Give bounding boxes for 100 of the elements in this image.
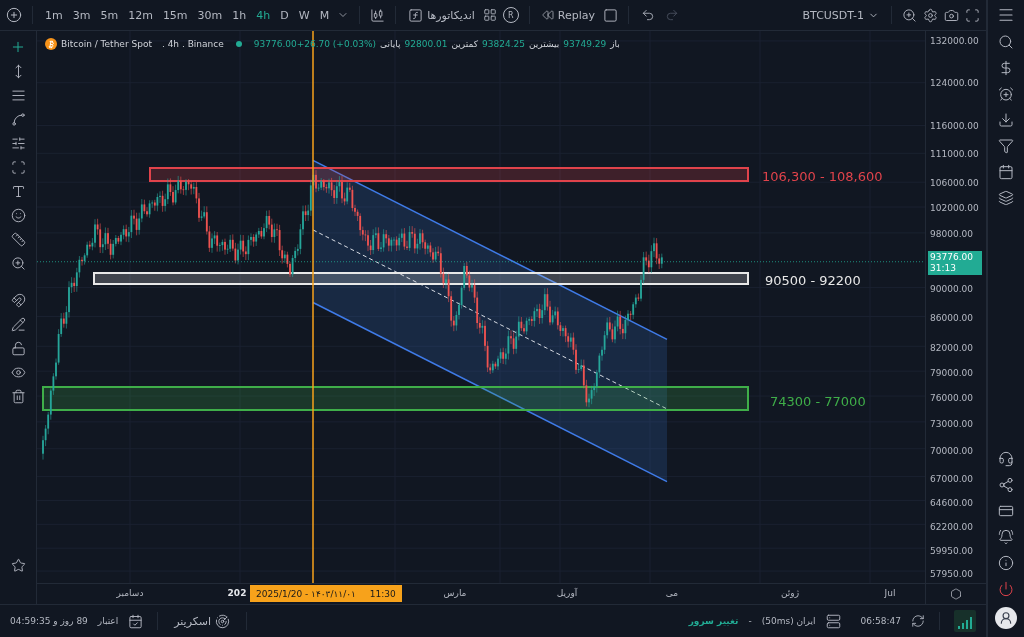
ohlc-label: پایانی [380, 39, 401, 49]
search-icon[interactable] [998, 34, 1014, 50]
price-label: 106000.00 [930, 178, 979, 188]
add-icon[interactable] [6, 7, 22, 23]
calendar-icon[interactable] [998, 164, 1014, 180]
settings-icon[interactable] [923, 7, 938, 23]
search-icon[interactable] [902, 7, 917, 23]
ohlc-value: 93749.29 [563, 39, 607, 49]
credit-value: 89 روز و 04:59:35 [10, 616, 88, 626]
menu-icon[interactable] [997, 6, 1015, 24]
undo-icon [640, 8, 655, 22]
price-label: 67000.00 [930, 474, 973, 484]
pencil-icon[interactable] [10, 317, 26, 332]
grid-icon[interactable] [482, 8, 497, 22]
filter-icon[interactable] [998, 138, 1014, 154]
symbol-button[interactable]: BTCUSDT-1 [800, 6, 881, 24]
timeframe-tab[interactable]: W [296, 8, 312, 22]
trash-icon[interactable] [10, 389, 26, 404]
function-icon [408, 7, 424, 23]
card-icon[interactable] [998, 503, 1014, 519]
ohlc-label: باز [610, 39, 620, 49]
price-label: 111000.00 [930, 149, 979, 159]
timeframe-tab[interactable]: D [278, 8, 291, 22]
timeframe-tab[interactable]: 4h [254, 8, 273, 22]
price-label: 70000.00 [930, 446, 973, 456]
screener-button[interactable]: اسکرینر [172, 611, 233, 631]
time-label: مارس [443, 588, 467, 598]
smile-icon[interactable] [10, 208, 26, 223]
zoom-in-icon[interactable] [10, 256, 26, 271]
info-icon[interactable] [998, 555, 1014, 571]
bitcoin-icon [45, 38, 57, 50]
calendar-check-icon[interactable] [128, 613, 144, 629]
dollar-icon[interactable] [998, 60, 1014, 76]
server-icon[interactable] [825, 613, 841, 629]
timeframe-tab[interactable]: 1m [43, 8, 65, 22]
replay-button[interactable]: Replay [539, 6, 597, 24]
magnet-icon[interactable] [10, 293, 26, 308]
star-icon[interactable] [10, 558, 26, 573]
ohlc-value: 93824.25 [482, 39, 525, 49]
nodes-icon[interactable] [10, 112, 26, 127]
ohlc-value: 92800.01 [404, 39, 448, 49]
timeframe-tab[interactable]: 30m [195, 8, 225, 22]
timeframe-tab[interactable]: 12m [126, 8, 155, 22]
fullscreen-icon[interactable] [965, 7, 980, 23]
camera-icon[interactable] [944, 7, 959, 23]
ohlc-label: کمترین [451, 39, 478, 49]
price-label: 116000.00 [930, 121, 979, 131]
time-label: آوریل [556, 588, 578, 598]
timeframe-tab[interactable]: 5m [98, 8, 121, 22]
ruler-icon[interactable] [10, 232, 26, 247]
power-icon[interactable] [998, 581, 1014, 597]
change-server-link[interactable]: تغییر سرور [688, 616, 739, 626]
lines-icon[interactable] [10, 88, 26, 103]
status-dot [235, 41, 242, 47]
price-label: 62200.00 [930, 522, 973, 532]
zone-label: 106,300 - 108,600 [762, 168, 883, 183]
symbol-title: Bitcoin / Tether Spot [61, 39, 152, 49]
avatar[interactable] [995, 607, 1017, 629]
crosshair-icon[interactable] [10, 39, 26, 55]
lock-icon[interactable] [10, 341, 26, 356]
layers-icon[interactable] [998, 190, 1014, 206]
square-icon[interactable] [602, 7, 618, 23]
price-label: 57950.00 [930, 569, 973, 579]
time-label: Jul [884, 588, 896, 598]
ohlc-label: بیشترین [528, 39, 560, 49]
eye-icon[interactable] [10, 365, 26, 380]
price-label: 90000.00 [930, 284, 973, 294]
timeframe-tab[interactable]: 3m [70, 8, 93, 22]
user-icon [999, 611, 1013, 625]
alarm-icon[interactable] [998, 86, 1014, 102]
zone-label: 90500 - 92200 [765, 272, 861, 287]
bell-icon[interactable] [998, 529, 1014, 545]
radar-icon [215, 613, 231, 629]
timeframe-tab[interactable]: M [317, 8, 332, 22]
candles-icon[interactable] [370, 7, 386, 23]
separator-text: - [748, 616, 752, 626]
price-label: 102000.00 [930, 203, 979, 213]
share-icon[interactable] [998, 477, 1014, 493]
time-label: دسامبر [116, 588, 144, 598]
clock-time: 06:58:47 [860, 616, 901, 626]
signal-icon [954, 610, 976, 632]
indicators-button[interactable]: اندیکاتورها [406, 5, 477, 25]
sliders-icon[interactable] [10, 136, 26, 151]
time-label: ژوئن [780, 588, 800, 598]
zone-label: 74300 - 77000 [770, 393, 866, 408]
text-icon[interactable] [10, 184, 26, 199]
timeframe-tab[interactable]: 1h [230, 8, 249, 22]
rectangle-icon[interactable] [10, 160, 26, 175]
price-label: 76000.00 [930, 393, 973, 403]
price-label: 86000.00 [930, 313, 973, 323]
timeframe-tab[interactable]: 15m [160, 8, 190, 22]
download-icon[interactable] [998, 112, 1014, 128]
refresh-icon[interactable] [911, 614, 925, 628]
time-label: می [665, 588, 679, 598]
redo-icon [664, 8, 679, 22]
price-label: 79000.00 [930, 368, 973, 378]
rewind-icon [541, 9, 554, 21]
price-label: 64600.00 [930, 498, 973, 508]
headset-icon[interactable] [998, 451, 1014, 467]
current-price-tag: 93776.00 31:13 [928, 251, 982, 275]
